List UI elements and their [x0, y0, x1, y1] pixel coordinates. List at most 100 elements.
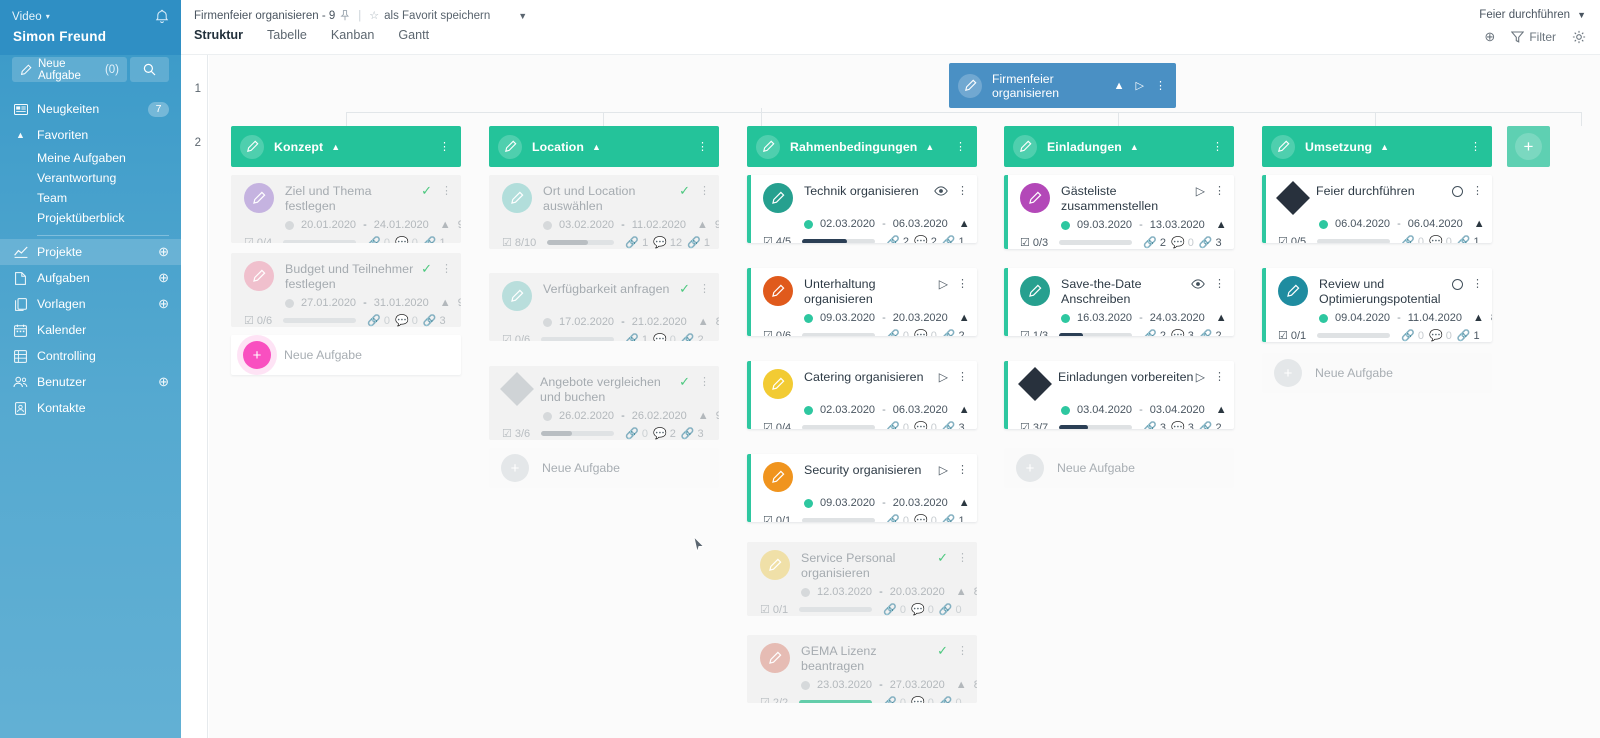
structure-board[interactable]: 1 2 Firmenfeier organisieren ▲ ▷ ⋮ Konze…: [181, 55, 1600, 738]
column-header-einladungen[interactable]: Einladungen ▲ ⋮: [1004, 126, 1234, 167]
check-icon[interactable]: ✓: [421, 184, 432, 197]
tab-gantt[interactable]: Gantt: [398, 28, 429, 45]
add-button[interactable]: ⊕: [1484, 29, 1495, 45]
task-card[interactable]: Review und Optimierungspotential ⋮ 09.04…: [1262, 268, 1492, 342]
check-icon[interactable]: ✓: [679, 184, 690, 197]
tab-kanban[interactable]: Kanban: [331, 28, 374, 45]
check-icon[interactable]: ✓: [679, 282, 690, 295]
task-card[interactable]: Verfügbarkeit anfragen ✓ ⋮ 17.02.2020 - …: [489, 273, 719, 341]
task-card[interactable]: Angebote vergleichen und buchen ✓ ⋮ 26.0…: [489, 366, 719, 440]
add-aufgabe-icon[interactable]: ⊕: [158, 270, 169, 286]
kebab-menu-icon[interactable]: ⋮: [1214, 185, 1225, 197]
current-selection-title[interactable]: Feier durchführen ▼: [1479, 9, 1586, 21]
check-icon[interactable]: ✓: [937, 644, 948, 657]
task-card[interactable]: Gästeliste zusammenstellen ▷ ⋮ 09.03.202…: [1004, 175, 1234, 249]
pin-icon[interactable]: [340, 10, 350, 21]
status-circle-icon[interactable]: [1452, 185, 1463, 197]
column-header-konzept[interactable]: Konzept ▲ ⋮: [231, 126, 461, 167]
star-icon[interactable]: ☆: [369, 9, 379, 22]
check-icon[interactable]: ✓: [421, 262, 432, 275]
kebab-menu-icon[interactable]: ⋮: [957, 645, 968, 657]
sidebar-item-kalender[interactable]: Kalender: [0, 317, 181, 343]
settings-gear-icon[interactable]: [1572, 30, 1586, 44]
kebab-menu-icon[interactable]: ⋮: [697, 140, 708, 153]
chevron-up-icon[interactable]: ▲: [925, 142, 934, 152]
task-card[interactable]: Save-the-Date Anschreiben ⋮ 16.03.2020 -…: [1004, 268, 1234, 336]
chevron-up-icon[interactable]: ▲: [1130, 142, 1139, 152]
kebab-menu-icon[interactable]: ⋮: [439, 140, 450, 153]
task-card[interactable]: Einladungen vorbereiten ▷ ⋮ 03.04.2020 -…: [1004, 361, 1234, 429]
filter-button[interactable]: Filter: [1511, 30, 1556, 44]
notification-bell-icon[interactable]: [155, 9, 169, 24]
kebab-menu-icon[interactable]: ⋮: [957, 278, 968, 290]
play-icon[interactable]: ▷: [939, 278, 948, 290]
breadcrumb-title[interactable]: Firmenfeier organisieren - 9: [194, 10, 335, 22]
check-icon[interactable]: ✓: [937, 551, 948, 564]
save-favorite-button[interactable]: als Favorit speichern: [384, 10, 490, 22]
kebab-menu-icon[interactable]: ⋮: [1470, 140, 1481, 153]
play-icon[interactable]: ▷: [1196, 371, 1205, 383]
task-card[interactable]: Ziel und Thema festlegen ✓ ⋮ 20.01.2020 …: [231, 175, 461, 243]
task-card[interactable]: Ort und Location auswählen ✓ ⋮ 03.02.202…: [489, 175, 719, 249]
status-circle-icon[interactable]: [1452, 278, 1463, 290]
task-card[interactable]: Technik organisieren ⋮ 02.03.2020 - 06.0…: [747, 175, 977, 243]
add-vorlage-icon[interactable]: ⊕: [158, 296, 169, 312]
sidebar-item-controlling[interactable]: Controlling: [0, 343, 181, 369]
play-icon[interactable]: ▷: [1136, 79, 1144, 92]
chevron-up-icon[interactable]: ▲: [1380, 142, 1389, 152]
sidebar-item-meine-aufgaben[interactable]: Meine Aufgaben: [0, 148, 181, 168]
sidebar-item-verantwortung[interactable]: Verantwortung: [0, 168, 181, 188]
tab-struktur[interactable]: Struktur: [194, 28, 243, 45]
sidebar-item-projektueberblick[interactable]: Projektüberblick: [0, 208, 181, 228]
tab-tabelle[interactable]: Tabelle: [267, 28, 307, 45]
play-icon[interactable]: ▷: [1196, 185, 1205, 197]
new-task-placeholder[interactable]: + Neue Aufgabe: [231, 335, 461, 375]
workspace-switcher[interactable]: Video ▾: [12, 11, 50, 23]
new-task-button[interactable]: Neue Aufgabe (0): [12, 57, 127, 82]
search-button[interactable]: [130, 57, 169, 82]
chevron-down-icon[interactable]: ▼: [518, 11, 527, 21]
sidebar-item-aufgaben[interactable]: Aufgaben ⊕: [0, 265, 181, 291]
root-node-card[interactable]: Firmenfeier organisieren ▲ ▷ ⋮: [949, 63, 1176, 108]
sidebar-item-kontakte[interactable]: Kontakte: [0, 395, 181, 421]
kebab-menu-icon[interactable]: ⋮: [1472, 278, 1483, 290]
kebab-menu-icon[interactable]: ⋮: [441, 263, 452, 275]
check-icon[interactable]: ✓: [679, 375, 690, 388]
sidebar-item-benutzer[interactable]: Benutzer ⊕: [0, 369, 181, 395]
add-icon[interactable]: +: [1016, 454, 1044, 482]
play-icon[interactable]: ▷: [939, 464, 948, 476]
eye-icon[interactable]: [934, 186, 948, 196]
kebab-menu-icon[interactable]: ⋮: [1214, 278, 1225, 290]
task-card[interactable]: Catering organisieren ▷ ⋮ 02.03.2020 - 0…: [747, 361, 977, 429]
new-task-placeholder[interactable]: + Neue Aufgabe: [1004, 448, 1234, 488]
kebab-menu-icon[interactable]: ⋮: [699, 283, 710, 295]
kebab-menu-icon[interactable]: ⋮: [1155, 79, 1166, 92]
task-card[interactable]: GEMA Lizenz beantragen ✓ ⋮ 23.03.2020 - …: [747, 635, 977, 703]
column-header-rahmenbedingungen[interactable]: Rahmenbedingungen ▲ ⋮: [747, 126, 977, 167]
play-icon[interactable]: ▷: [939, 371, 948, 383]
sidebar-item-neuigkeiten[interactable]: Neugkeiten 7: [0, 96, 181, 122]
kebab-menu-icon[interactable]: ⋮: [699, 185, 710, 197]
kebab-menu-icon[interactable]: ⋮: [1472, 185, 1483, 197]
task-card[interactable]: Service Personal organisieren ✓ ⋮ 12.03.…: [747, 542, 977, 616]
chevron-up-icon[interactable]: ▲: [1114, 80, 1125, 92]
add-icon[interactable]: +: [501, 454, 529, 482]
new-task-placeholder[interactable]: + Neue Aufgabe: [1262, 353, 1492, 393]
kebab-menu-icon[interactable]: ⋮: [699, 376, 710, 388]
kebab-menu-icon[interactable]: ⋮: [441, 185, 452, 197]
add-projekt-icon[interactable]: ⊕: [158, 244, 169, 260]
kebab-menu-icon[interactable]: ⋮: [1214, 371, 1225, 383]
add-benutzer-icon[interactable]: ⊕: [158, 374, 169, 390]
sidebar-item-favoriten[interactable]: ▲ Favoriten: [0, 122, 181, 148]
board-canvas[interactable]: Firmenfeier organisieren ▲ ▷ ⋮ Konzept ▲…: [209, 55, 1600, 738]
kebab-menu-icon[interactable]: ⋮: [1212, 140, 1223, 153]
column-header-location[interactable]: Location ▲ ⋮: [489, 126, 719, 167]
task-card[interactable]: Feier durchführen ⋮ 06.04.2020 - 06.04.2…: [1262, 175, 1492, 243]
new-task-placeholder[interactable]: + Neue Aufgabe: [489, 448, 719, 488]
kebab-menu-icon[interactable]: ⋮: [957, 371, 968, 383]
task-card[interactable]: Budget und Teilnehmer festlegen ✓ ⋮ 27.0…: [231, 253, 461, 327]
sidebar-item-team[interactable]: Team: [0, 188, 181, 208]
add-icon[interactable]: +: [1274, 359, 1302, 387]
add-icon[interactable]: +: [243, 341, 271, 369]
chevron-up-icon[interactable]: ▲: [592, 142, 601, 152]
